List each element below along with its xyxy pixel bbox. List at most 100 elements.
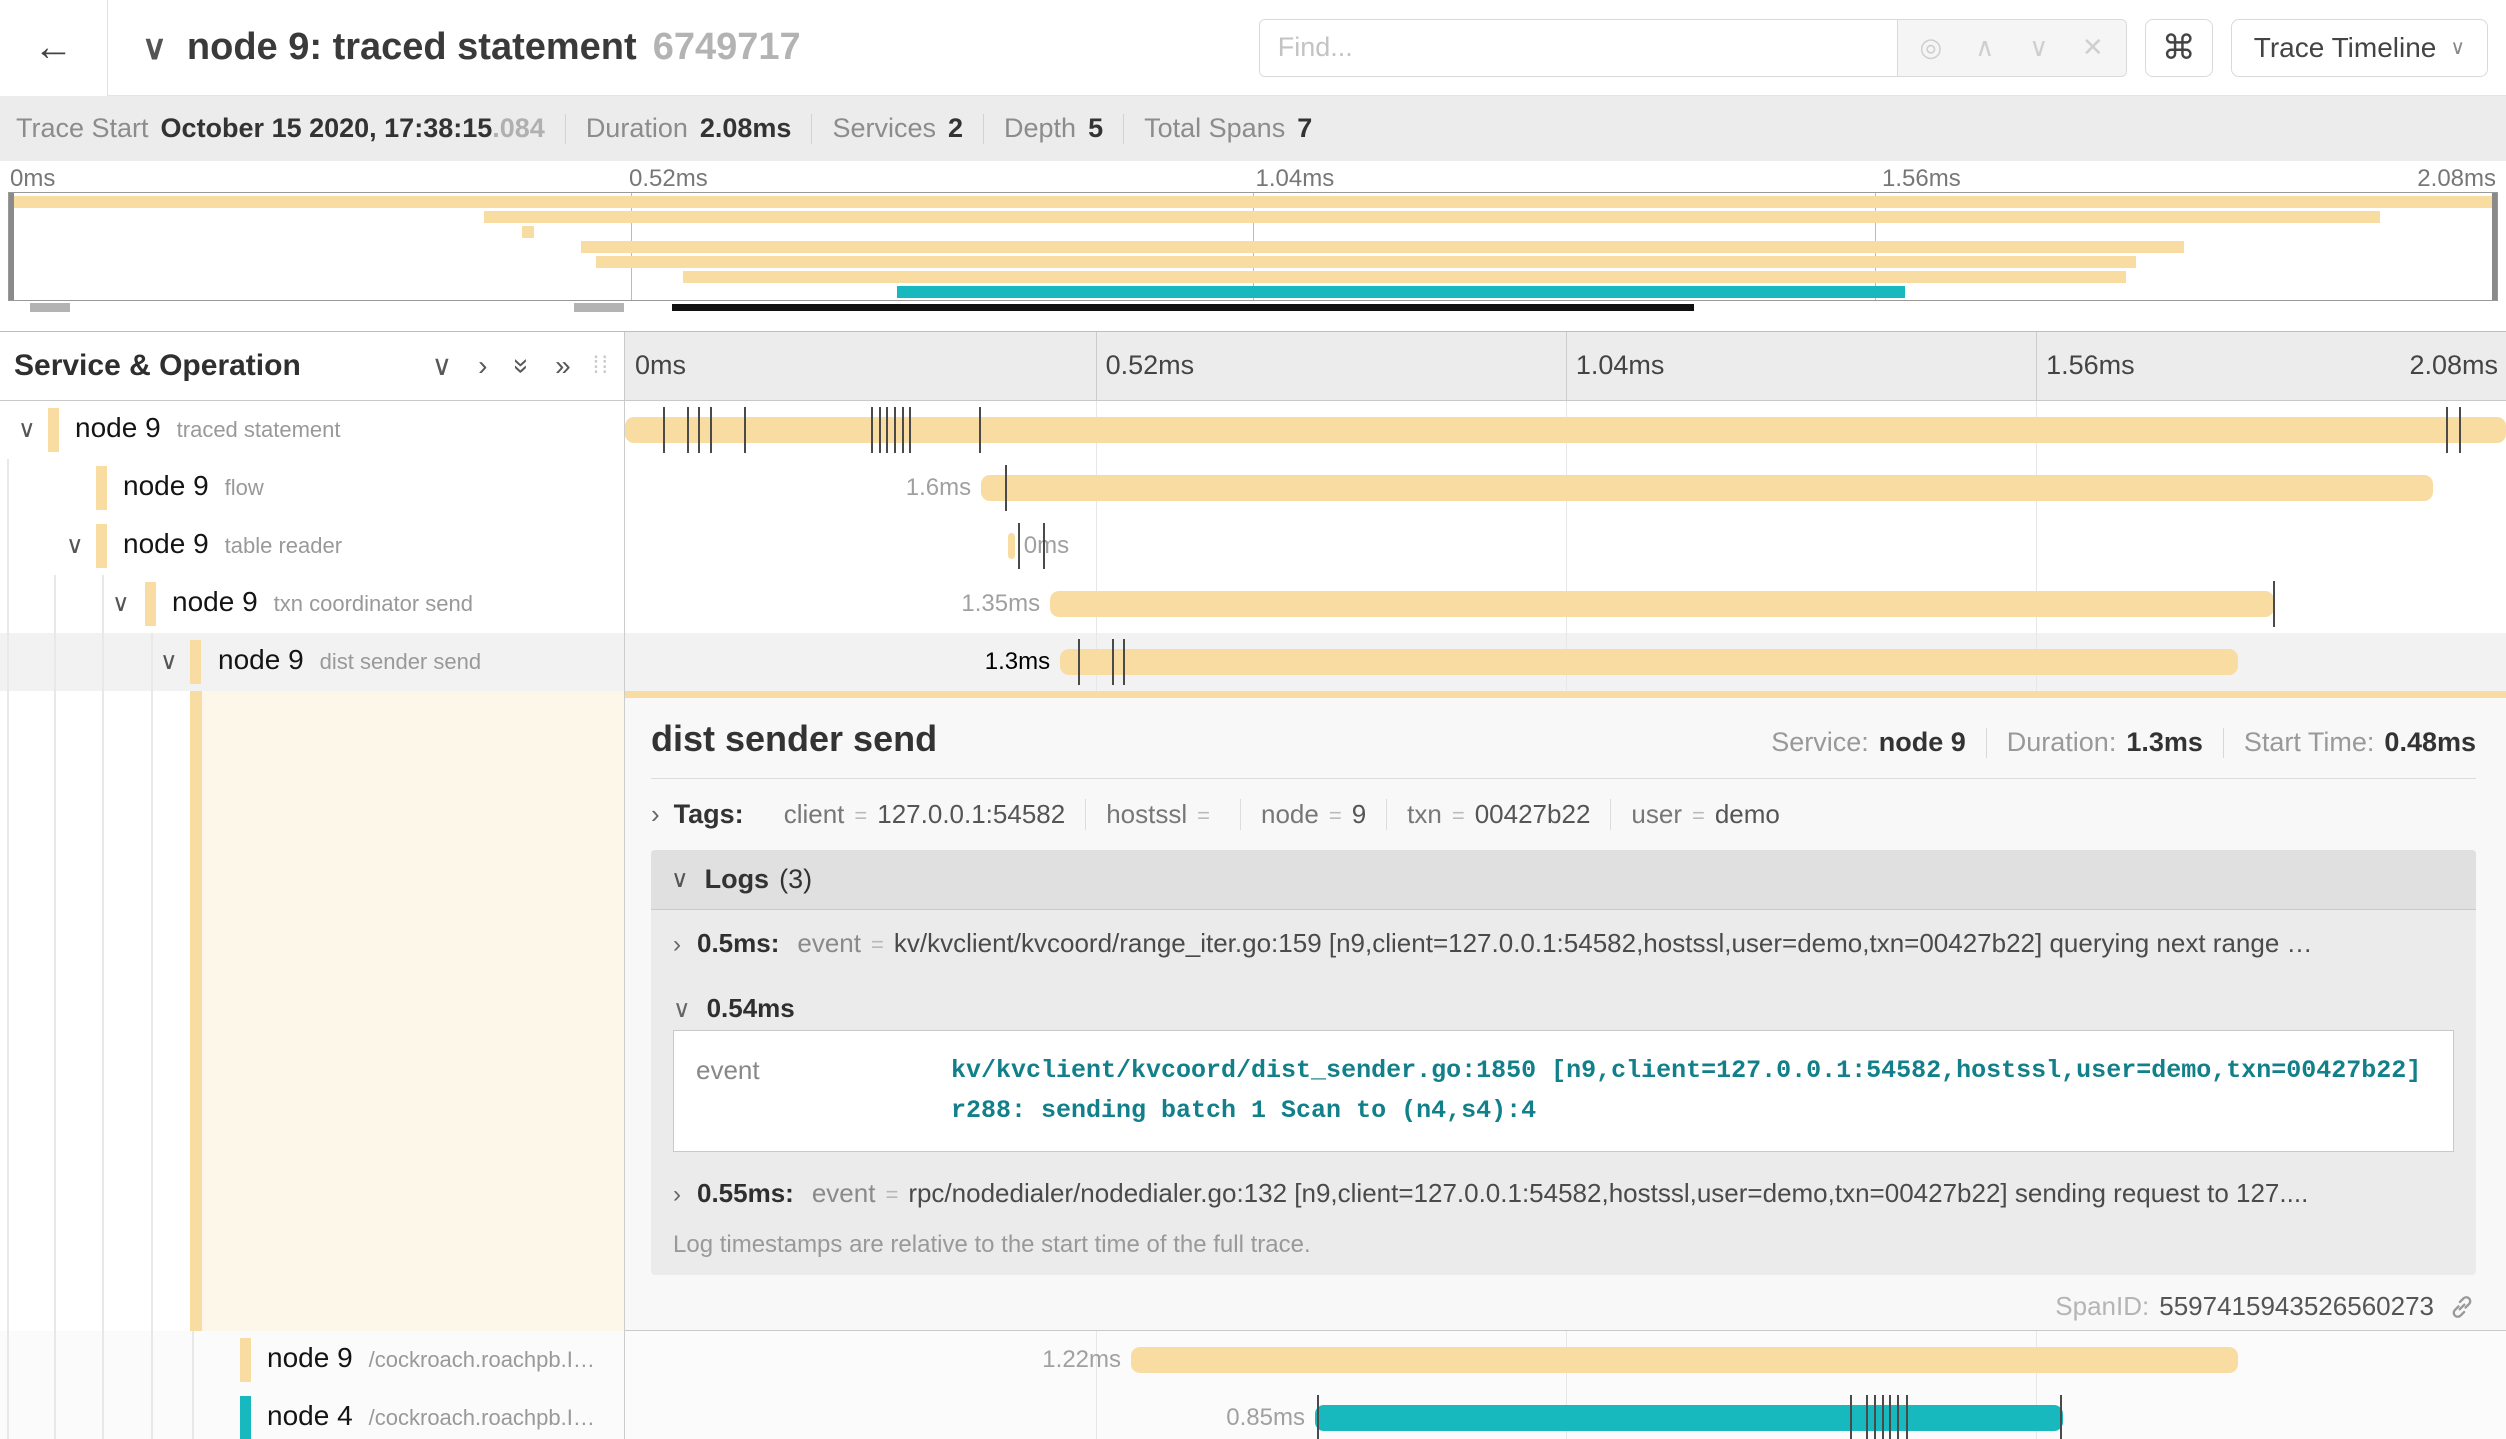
span-row-flow[interactable]: node 9flow 1.6ms [0,459,2506,517]
chevron-down-icon[interactable]: ∨ [18,415,36,444]
service-name[interactable]: node 9traced statement [75,412,341,444]
span-bar[interactable] [1131,1347,2238,1373]
minimap-scrubber[interactable] [672,304,1694,311]
gridline [1566,517,1567,575]
scrubber-handle[interactable] [574,303,624,312]
timeline-tick: 2.08ms [2409,350,2498,381]
span-name-cell: ∨ node 9txn coordinator send [0,575,625,633]
timeline-ticks-header[interactable]: 0ms 0.52ms 1.04ms 1.56ms 2.08ms [625,332,2506,400]
deep-link-icon[interactable] [2448,1293,2476,1321]
span-bar[interactable] [625,417,2506,443]
collapse-one-icon[interactable]: ∨ [432,352,453,380]
log-marker [894,407,896,453]
scrubber-handle[interactable] [30,303,70,312]
span-row-node4-rpc[interactable]: node 4/cockroach.roachpb.I… 0.85ms [0,1389,2506,1439]
depth-label: Depth [1004,113,1076,144]
log-marker [2446,407,2448,453]
indent-guide [54,575,56,633]
timeline-tick: 1.56ms [2046,350,2135,381]
find-prev-icon[interactable]: ∧ [1958,32,2012,63]
log-marker [1112,639,1114,685]
span-bar[interactable] [1050,591,2274,617]
chevron-down-icon[interactable]: ∨ [112,589,130,618]
span-bar-cell[interactable]: 0ms [625,517,2506,575]
chevron-down-icon[interactable]: ∨ [160,647,178,676]
log-marker [1897,1395,1899,1439]
span-duration-label: 1.22ms [1042,1346,1131,1374]
chevron-down-icon[interactable]: ∨ [66,531,84,560]
span-duration-label: 0ms [1024,532,1069,560]
minimap-left-handle[interactable] [9,193,14,300]
span-bar-cell[interactable]: 1.3ms [625,633,2506,691]
log-marker [1866,1395,1868,1439]
service-name[interactable]: node 9flow [123,470,264,502]
service-name[interactable]: node 4/cockroach.roachpb.I… [267,1400,595,1432]
chevron-down-icon[interactable]: ∨ [142,28,167,68]
keyboard-shortcuts-button[interactable]: ⌘ [2145,19,2213,77]
divider [565,114,566,144]
minimap-span-bar [581,241,2183,253]
service-name[interactable]: node 9table reader [123,528,342,560]
span-bar-cell[interactable] [625,401,2506,459]
find-clear-icon[interactable]: ✕ [2066,32,2120,63]
indent-guide [7,1331,9,1389]
log-marker [1874,1395,1876,1439]
log-key: event [797,928,861,959]
span-bar-cell[interactable]: 0.85ms [625,1389,2506,1439]
divider [2223,728,2224,758]
span-bar[interactable] [1008,533,1015,559]
log-entry-2-header[interactable]: ∨ 0.54ms [651,975,2476,1028]
log-marker [1018,523,1020,569]
minimap-span-bar [897,286,1905,298]
span-detail-panel: dist sender send Service: node 9 Duratio… [625,691,2506,1331]
span-rows-bottom: node 9/cockroach.roachpb.I… 1.22ms node … [0,1331,2506,1439]
span-detail-row: dist sender send Service: node 9 Duratio… [0,691,2506,1331]
timeline-tick: 0ms [635,350,686,381]
tags-row[interactable]: › Tags: client=127.0.0.1:54582 hostssl= … [625,779,2506,848]
span-bar[interactable] [1060,649,2238,675]
header-actions: ◎ ∧ ∨ ✕ ⌘ Trace Timeline ∨ [1259,19,2506,77]
divider [1986,728,1987,758]
log-key: event [812,1178,876,1209]
gridline [2036,332,2037,400]
service-name[interactable]: node 9/cockroach.roachpb.I… [267,1342,595,1374]
selected-span-color-bar [190,691,202,1331]
logs-header[interactable]: ∨ Logs (3) [651,850,2476,910]
expand-all-icon[interactable]: » [555,352,571,380]
find-next-icon[interactable]: ∨ [2012,32,2066,63]
back-button[interactable]: ← [0,0,108,96]
span-row-dist-sender-send-selected[interactable]: ∨ node 9dist sender send 1.3ms [0,633,2506,691]
span-bar[interactable] [1315,1405,2063,1431]
logs-label: Logs [705,864,770,895]
column-resizer[interactable]: ⁞⁞ [593,352,610,380]
span-row-traced-statement[interactable]: ∨ node 9traced statement [0,401,2506,459]
span-bar[interactable] [981,475,2433,501]
service-color-bar [240,1338,251,1382]
minimap-right-handle[interactable] [2492,193,2497,300]
log-field-value: kv/kvclient/kvcoord/dist_sender.go:1850 … [951,1051,2431,1131]
log-marker [871,407,873,453]
service-name[interactable]: node 9txn coordinator send [172,586,473,618]
log-marker [1078,639,1080,685]
service-name[interactable]: node 9dist sender send [218,644,481,676]
indent-guide [192,1389,194,1439]
indent-guide [151,633,153,691]
span-bar-cell[interactable]: 1.22ms [625,1331,2506,1389]
span-bar-cell[interactable]: 1.6ms [625,459,2506,517]
span-row-txn-coordinator-send[interactable]: ∨ node 9txn coordinator send 1.35ms [0,575,2506,633]
minimap-tick: 2.08ms [2417,165,2496,193]
locate-icon[interactable]: ◎ [1904,32,1958,63]
log-entry-3[interactable]: › 0.55ms: event = rpc/nodedialer/nodedia… [651,1172,2476,1225]
back-arrow-icon: ← [34,25,74,70]
trace-view-label: Trace Timeline [2254,32,2437,64]
span-row-table-reader[interactable]: ∨ node 9table reader 0ms [0,517,2506,575]
span-row-node9-rpc[interactable]: node 9/cockroach.roachpb.I… 1.22ms [0,1331,2506,1389]
find-input[interactable] [1260,20,1897,76]
log-entry-1[interactable]: › 0.5ms: event = kv/kvclient/kvcoord/ran… [651,910,2476,975]
trace-minimap[interactable] [8,192,2498,301]
collapse-all-icon[interactable]: » [507,358,535,374]
span-bar-cell[interactable]: 1.35ms [625,575,2506,633]
trace-view-selector[interactable]: Trace Timeline ∨ [2231,19,2488,77]
expand-one-icon[interactable]: › [478,352,487,380]
span-name-cell: ∨ node 9table reader [0,517,625,575]
